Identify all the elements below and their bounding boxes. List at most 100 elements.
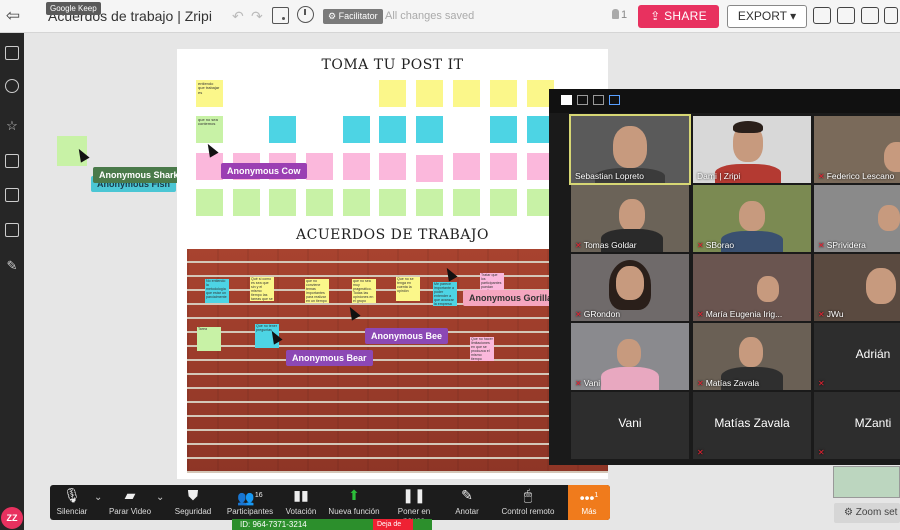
sticky-note[interactable] bbox=[343, 189, 370, 216]
sticky-note[interactable] bbox=[269, 189, 296, 216]
video-tile[interactable]: ✕ Matías Zavala bbox=[693, 323, 811, 390]
sticky-note[interactable] bbox=[490, 153, 517, 180]
mute-options-chevron-icon[interactable]: ⌄ bbox=[94, 492, 102, 503]
grid-icon[interactable] bbox=[5, 154, 19, 168]
sticky-note[interactable] bbox=[196, 189, 223, 216]
muted-mic-icon: ✕ bbox=[818, 241, 825, 250]
sticky-note-icon[interactable] bbox=[5, 46, 19, 60]
pen-icon[interactable]: ✎ bbox=[3, 258, 21, 274]
sticky-note[interactable] bbox=[379, 80, 406, 107]
zoom-settings-button[interactable]: ⚙ Zoom set bbox=[834, 503, 900, 523]
board-minimap[interactable] bbox=[833, 466, 900, 498]
sticky-note[interactable] bbox=[269, 116, 296, 143]
remote-control-button[interactable]: 🖱 Control remoto bbox=[498, 488, 558, 518]
sticky-note[interactable] bbox=[343, 153, 370, 180]
minimize-view-icon[interactable] bbox=[561, 95, 572, 105]
sticky-note[interactable] bbox=[490, 116, 517, 143]
frame-icon[interactable] bbox=[272, 7, 289, 24]
mouse-icon: 🖱 bbox=[523, 487, 533, 503]
strip-view-icon[interactable] bbox=[577, 95, 588, 105]
sticky-note[interactable]: No entiendo la metodología que estar un … bbox=[205, 279, 229, 303]
video-tile[interactable]: Vani bbox=[571, 392, 689, 459]
video-tile[interactable]: Sebastian Lopreto bbox=[569, 114, 691, 185]
sticky-note[interactable] bbox=[233, 189, 260, 216]
sticky-note[interactable] bbox=[453, 153, 480, 180]
video-tile[interactable]: ✕ SPrividera bbox=[814, 185, 900, 252]
avatar[interactable]: ZZ bbox=[1, 507, 23, 529]
new-share-button[interactable]: ⬆ Nueva función bbox=[326, 488, 382, 518]
sticky-note[interactable]: Me parece importante a poder entender a … bbox=[433, 282, 457, 306]
pause-share-button[interactable]: ❚❚Poner en pausa bbox=[386, 488, 442, 526]
sticky-note[interactable]: que no sea muy pragmático. Todas las opi… bbox=[352, 279, 376, 303]
tooltip: Google Keep bbox=[46, 2, 101, 15]
history-icon[interactable] bbox=[884, 7, 898, 24]
zoom-gallery-window[interactable]: Sebastian Lopreto Dami | Zripi ✕ Federico… bbox=[549, 89, 900, 465]
export-button[interactable]: EXPORT ▾ bbox=[727, 5, 807, 28]
video-tile[interactable]: ✕ Tomas Goldar bbox=[571, 185, 689, 252]
polling-button[interactable]: ▮▮ Votación bbox=[282, 488, 320, 518]
sticky-note[interactable]: que no conviene temas importantes para r… bbox=[305, 279, 329, 303]
sticky-note[interactable]: entiendo que trabajar es bbox=[196, 80, 223, 107]
sticky-note[interactable] bbox=[453, 80, 480, 107]
security-button[interactable]: ⛊ Seguridad bbox=[172, 488, 214, 518]
video-tile[interactable]: ✕ SBorao bbox=[693, 185, 811, 252]
video-options-chevron-icon[interactable]: ⌄ bbox=[156, 492, 164, 503]
video-tile[interactable]: ✕ María Eugenia Irig... bbox=[693, 254, 811, 321]
sticky-note[interactable] bbox=[379, 116, 406, 143]
participant-name: ✕ Vani bbox=[575, 378, 600, 388]
sticky-note[interactable] bbox=[453, 189, 480, 216]
sticky-note[interactable] bbox=[379, 153, 406, 180]
timer-icon[interactable] bbox=[297, 6, 314, 23]
sticky-note[interactable] bbox=[416, 80, 443, 107]
whiteboard-frame[interactable]: TOMA TU POST IT entiendo que trabajar es… bbox=[177, 49, 608, 479]
muted-mic-icon: ✕ bbox=[575, 241, 582, 250]
participants-button[interactable]: 👥16 Participantes bbox=[222, 488, 278, 518]
image-icon[interactable] bbox=[5, 188, 19, 202]
undo-icon[interactable]: ↶ bbox=[232, 8, 244, 25]
video-tile[interactable]: MZanti ✕ bbox=[814, 392, 900, 459]
stop-share-button[interactable]: Deja de bbox=[373, 519, 413, 530]
sticky-note[interactable] bbox=[379, 189, 406, 216]
sticky-note[interactable] bbox=[416, 155, 443, 182]
sticky-note[interactable] bbox=[343, 116, 370, 143]
more-button[interactable]: •••1 Más bbox=[568, 485, 610, 520]
sticky-note[interactable]: que no sea contemos bbox=[196, 116, 223, 143]
sticky-note[interactable]: Que no hacer limitaciones en que se prod… bbox=[470, 337, 494, 361]
sticky-note[interactable]: Qué si como es sea que sin y el mismo ti… bbox=[250, 277, 274, 301]
sticky-note[interactable] bbox=[416, 116, 443, 143]
participant-face bbox=[739, 337, 763, 367]
star-icon[interactable]: ☆ bbox=[3, 118, 21, 134]
sticky-note[interactable] bbox=[306, 189, 333, 216]
shape-icon[interactable] bbox=[5, 79, 19, 93]
sticky-note[interactable] bbox=[490, 80, 517, 107]
comment-icon[interactable] bbox=[837, 7, 855, 24]
video-tile[interactable]: Dami | Zripi bbox=[693, 116, 811, 183]
sticky-note[interactable] bbox=[416, 189, 443, 216]
sticky-note[interactable]: Que no se tenga en cuenta la opinión bbox=[396, 277, 420, 301]
speaker-view-icon[interactable] bbox=[593, 95, 604, 105]
activity-icon[interactable] bbox=[861, 7, 879, 24]
video-tile[interactable]: ✕ Vani bbox=[571, 323, 689, 390]
video-tile[interactable]: ✕ GRondon bbox=[571, 254, 689, 321]
stop-video-button[interactable]: ▰ Parar Video bbox=[106, 488, 154, 518]
participant-name: ✕ Tomas Goldar bbox=[575, 240, 637, 250]
gallery-view-icon[interactable] bbox=[609, 95, 620, 105]
annotate-button[interactable]: ✎ Anotar bbox=[448, 488, 486, 518]
exit-board-icon[interactable]: ⇦ bbox=[4, 6, 22, 26]
upload-icon[interactable] bbox=[5, 223, 19, 237]
video-tile[interactable]: Adrián ✕ bbox=[814, 323, 900, 390]
sticky-note[interactable] bbox=[490, 189, 517, 216]
video-tile[interactable]: ✕ JWu bbox=[814, 254, 900, 321]
mute-button[interactable]: 🎙 Silenciar bbox=[54, 488, 90, 518]
video-tile[interactable]: Matías Zavala ✕ bbox=[693, 392, 811, 459]
facilitator-badge[interactable]: ⚙ Facilitator bbox=[323, 9, 383, 24]
redo-icon[interactable]: ↷ bbox=[251, 8, 263, 25]
share-button[interactable]: ⇪ SHARE bbox=[638, 5, 719, 28]
sticky-note[interactable] bbox=[306, 153, 333, 180]
participant-name-text: María Eugenia Irig... bbox=[705, 309, 783, 319]
video-tile[interactable]: ✕ Federico Lescano bbox=[814, 116, 900, 183]
chat-icon[interactable] bbox=[813, 7, 831, 24]
sticky-note[interactable]: Tarea bbox=[197, 327, 221, 351]
participant-name: Dami | Zripi bbox=[697, 171, 741, 181]
online-users[interactable]: 1 bbox=[612, 9, 627, 21]
